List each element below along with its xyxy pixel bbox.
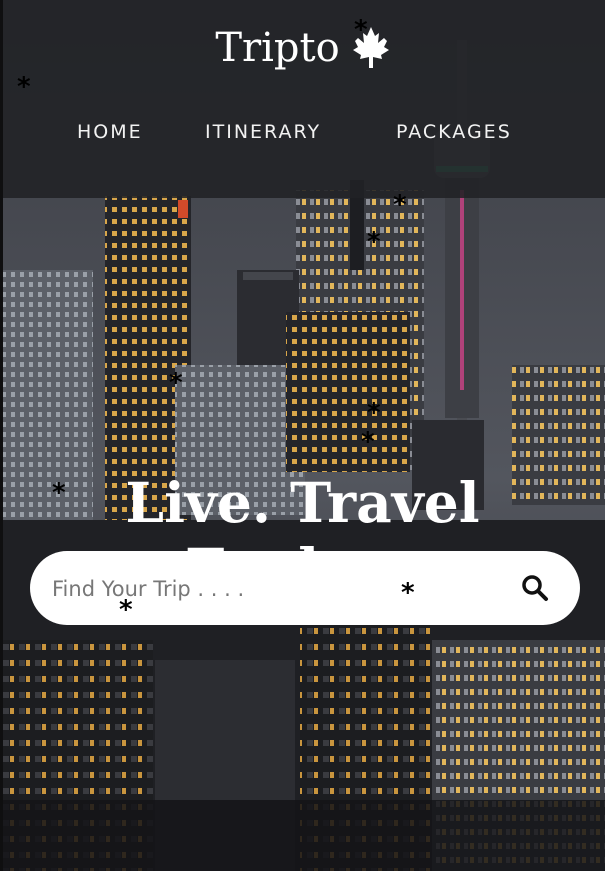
search-bar bbox=[30, 551, 580, 625]
asterisk-mark: * bbox=[367, 398, 381, 428]
asterisk-mark: * bbox=[354, 15, 368, 45]
search-button[interactable] bbox=[520, 573, 550, 603]
search-input[interactable] bbox=[50, 568, 494, 610]
asterisk-mark: * bbox=[361, 427, 375, 457]
asterisk-mark: * bbox=[52, 478, 66, 508]
main-nav: HOME ITINERARY PACKAGES bbox=[0, 118, 605, 146]
asterisk-mark: * bbox=[119, 595, 133, 625]
page: Tripto HOME ITINERARY PACKAGES Live. Tra… bbox=[0, 0, 605, 871]
asterisk-mark: * bbox=[401, 578, 415, 608]
site-header: Tripto HOME ITINERARY PACKAGES bbox=[0, 0, 605, 198]
brand-name: Tripto bbox=[215, 25, 340, 71]
nav-home[interactable]: HOME bbox=[77, 118, 143, 146]
nav-packages[interactable]: PACKAGES bbox=[396, 118, 512, 146]
brand[interactable]: Tripto bbox=[0, 24, 605, 80]
search-icon bbox=[522, 575, 548, 601]
asterisk-mark: * bbox=[393, 190, 407, 220]
nav-itinerary[interactable]: ITINERARY bbox=[205, 118, 321, 146]
left-edge-strip bbox=[0, 0, 3, 871]
asterisk-mark: * bbox=[169, 368, 183, 398]
asterisk-mark: * bbox=[367, 227, 381, 257]
asterisk-mark: * bbox=[17, 72, 31, 102]
